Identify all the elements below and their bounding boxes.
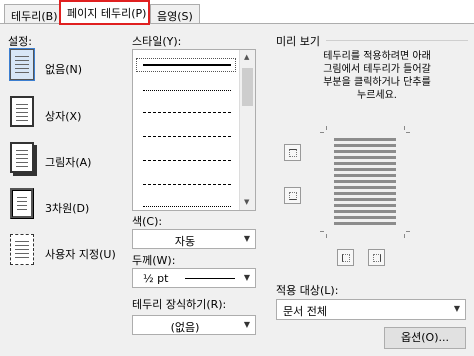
width-dropdown[interactable]: ½ pt ▼ (132, 268, 256, 288)
preview-heading: 미리 보기 (276, 35, 320, 48)
setting-shadow-label[interactable]: 그림자(A) (45, 154, 91, 170)
style-scrollbar[interactable]: ▲ ▼ (239, 50, 255, 210)
options-button[interactable]: 옵션(O)... (384, 327, 466, 349)
tab-borders[interactable]: 테두리(B) (4, 4, 60, 24)
border-left-icon (342, 254, 350, 262)
preview-page[interactable] (320, 126, 410, 238)
tab-shading[interactable]: 음영(S) (150, 4, 200, 24)
color-label: 색(C): (132, 215, 163, 228)
style-dotted-line[interactable] (143, 90, 231, 91)
apply-to-dropdown[interactable]: 문서 전체 ▼ (276, 299, 466, 320)
width-value: ½ pt (143, 272, 169, 285)
border-right-icon (373, 254, 381, 262)
style-dash-long-line[interactable] (143, 184, 231, 185)
top-border-button[interactable] (284, 144, 301, 161)
preview-instructions: 테두리를 적용하려면 아래 그림에서 테두리가 들어갈 부분을 클릭하거나 단추… (290, 50, 464, 102)
preview-instruction-line: 테두리를 적용하려면 아래 (323, 51, 431, 62)
scroll-thumb[interactable] (242, 68, 253, 106)
width-line-sample (185, 278, 235, 279)
setting-3d-icon[interactable] (10, 188, 34, 219)
style-dash-dot-line[interactable] (143, 160, 231, 161)
preview-instruction-line: 부분을 클릭하거나 단추를 (323, 77, 431, 88)
corner-mark (320, 231, 324, 232)
art-value: (없음) (170, 321, 200, 334)
scroll-up-icon[interactable]: ▲ (244, 53, 249, 61)
apply-to-value: 문서 전체 (283, 305, 327, 318)
setting-custom-icon[interactable] (10, 234, 34, 265)
setting-3d-label[interactable]: 3차원(D) (45, 200, 89, 216)
setting-custom-label[interactable]: 사용자 지정(U) (45, 246, 116, 262)
options-button-label: 옵션(O)... (401, 331, 449, 344)
preview-instruction-line: 그림에서 테두리가 들어갈 (323, 64, 431, 75)
tab-borders-label: 테두리(B) (11, 10, 58, 23)
preview-text-lines (334, 138, 396, 226)
corner-mark (320, 132, 324, 133)
style-dash-small-line[interactable] (143, 112, 231, 113)
style-dash-line[interactable] (143, 136, 231, 137)
setting-shadow-icon[interactable] (10, 142, 34, 173)
scroll-down-icon[interactable]: ▼ (244, 198, 249, 206)
art-label: 테두리 장식하기(R): (132, 298, 227, 311)
color-value: 자동 (174, 235, 196, 248)
corner-mark (404, 234, 405, 238)
corner-mark (326, 234, 327, 238)
setting-heading: 설정: (8, 35, 32, 48)
width-label: 두께(W): (132, 254, 176, 267)
style-heading: 스타일(Y): (132, 35, 182, 48)
chevron-down-icon: ▼ (448, 300, 465, 318)
art-dropdown[interactable]: (없음) ▼ (132, 315, 256, 335)
setting-none-icon[interactable] (9, 48, 35, 81)
setting-none-label[interactable]: 없음(N) (45, 61, 82, 77)
preview-instruction-line: 누르세요. (357, 90, 397, 101)
corner-mark (406, 231, 410, 232)
right-border-button[interactable] (368, 249, 385, 266)
border-top-icon (289, 149, 297, 157)
setting-box-icon[interactable] (10, 96, 34, 127)
tab-page-border-label: 페이지 테두리(P) (67, 7, 147, 20)
tab-shading-label: 음영(S) (157, 10, 193, 23)
preview-group-line (326, 40, 468, 41)
left-border-button[interactable] (337, 249, 354, 266)
style-dash-dot-dot-line[interactable] (143, 206, 231, 207)
color-dropdown[interactable]: 자동 ▼ (132, 229, 256, 249)
corner-mark (406, 132, 410, 133)
apply-to-label: 적용 대상(L): (276, 284, 339, 297)
chevron-down-icon: ▼ (238, 316, 255, 334)
tab-panel: 설정: 없음(N) 상자(X) 그림자(A) 3차원(D) 사용자 지정(U) … (0, 23, 474, 356)
tab-page-border[interactable]: 페이지 테두리(P) (60, 1, 150, 25)
corner-mark (326, 126, 327, 130)
bottom-border-button[interactable] (284, 187, 301, 204)
chevron-down-icon: ▼ (238, 230, 255, 248)
tab-bar: 테두리(B) 페이지 테두리(P) 음영(S) (0, 0, 474, 25)
corner-mark (404, 126, 405, 130)
style-solid-line[interactable] (143, 64, 231, 66)
border-bottom-icon (289, 192, 297, 200)
chevron-down-icon: ▼ (238, 269, 255, 287)
setting-box-label[interactable]: 상자(X) (45, 108, 81, 124)
style-list[interactable]: ▲ ▼ (132, 49, 256, 211)
